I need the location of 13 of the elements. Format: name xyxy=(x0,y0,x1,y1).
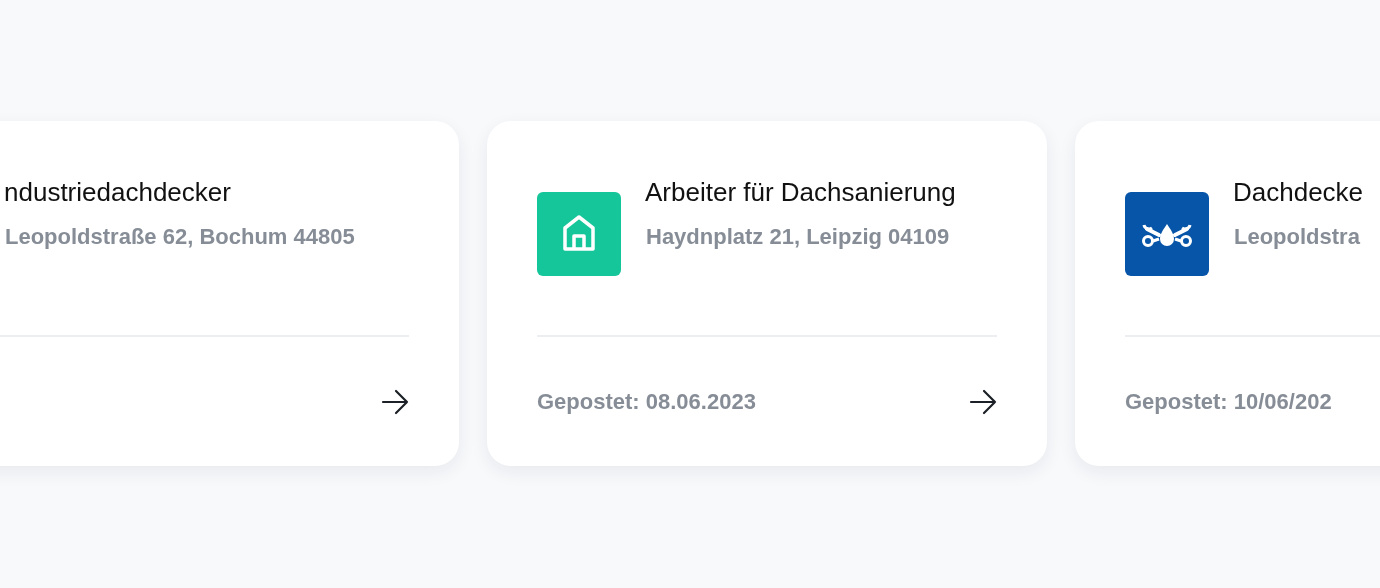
job-address: Haydnplatz 21, Leipzig 04109 xyxy=(645,223,951,251)
job-address: Leopoldstra xyxy=(1233,223,1361,251)
posted-date: Gepostet: 10/06/202 xyxy=(1125,388,1332,415)
arrow-right-icon[interactable] xyxy=(969,387,997,416)
job-card[interactable]: Dachdecke Leopoldstra Gepostet: 10/06/202 xyxy=(1075,121,1380,466)
job-title: Dachdecke xyxy=(1233,177,1364,207)
job-card[interactable]: ndustriedachdecker Leopoldstraße 62, Bochum 44805 xyxy=(0,121,459,466)
posted-date: Gepostet: 08.06.2023 xyxy=(537,388,756,415)
job-title: ndustriedachdecker xyxy=(4,177,232,207)
job-card[interactable]: Arbeiter für Dachsanierung Haydnplatz 21, Leipzig 04109 Gepostet: 08.06.2023 xyxy=(487,121,1047,466)
job-address: Leopoldstraße 62, Bochum 44805 xyxy=(4,223,355,251)
job-title: Arbeiter für Dachsanierung xyxy=(645,177,956,207)
arrow-right-icon[interactable] xyxy=(381,387,409,416)
